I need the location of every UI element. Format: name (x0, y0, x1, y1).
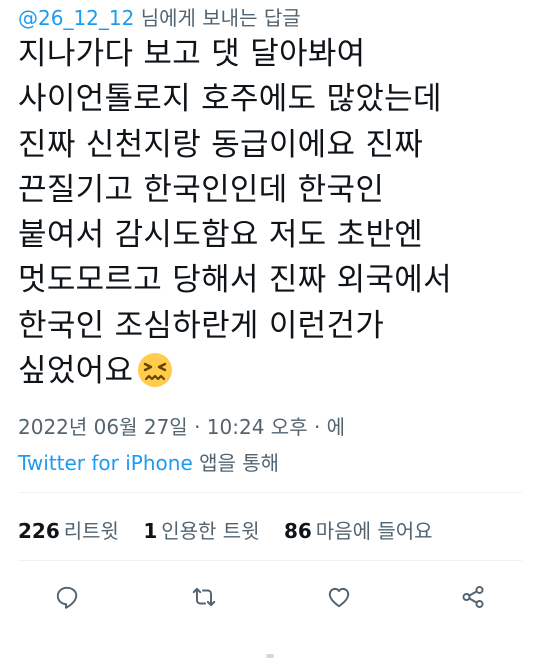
tweet-text: 지나가다 보고 댓 달아봐여 사이언톨로지 호주에도 많았는데 진짜 신천지랑 … (18, 32, 523, 394)
likes-stat[interactable]: 86 마음에 들어요 (284, 519, 433, 543)
share-icon (462, 585, 484, 609)
divider (18, 560, 522, 561)
source-suffix: 앱을 통해 (199, 451, 280, 475)
quotes-label: 인용한 트윗 (161, 519, 260, 543)
source-app-link[interactable]: Twitter for iPhone (18, 451, 193, 475)
scroll-indicator (266, 654, 274, 658)
retweet-button[interactable] (182, 575, 226, 619)
divider (18, 492, 522, 493)
reply-icon (56, 586, 78, 609)
share-button[interactable] (451, 575, 495, 619)
heart-icon (328, 587, 350, 608)
confounded-face-emoji-icon (138, 353, 173, 388)
reply-context: @26_12_12 님에게 보내는 답글 (18, 2, 301, 31)
retweets-stat[interactable]: 226 리트윗 (18, 519, 119, 543)
like-button[interactable] (317, 575, 361, 619)
quotes-stat[interactable]: 1 인용한 트윗 (143, 519, 259, 543)
likes-count: 86 (283, 519, 312, 543)
tweet-timestamp: 2022년 06월 27일 · 10:24 오후 · 에 (18, 411, 345, 440)
tweet-time[interactable]: 10:24 오후 (207, 415, 308, 439)
tweet-line: 한국인 조심하란게 이런건가 (18, 307, 385, 344)
tweet-line: 붙여서 감시도함요 저도 초반엔 (18, 217, 424, 254)
meta-separator: · (194, 415, 201, 439)
tweet-line: 끈질기고 한국인인데 한국인 (18, 171, 385, 208)
likes-label: 마음에 들어요 (315, 519, 433, 543)
tweet-line: 지나가다 보고 댓 달아봐여 (18, 36, 366, 72)
tweet-line: 멋도모르고 당해서 진짜 외국에서 (18, 262, 452, 299)
meta-extra: 에 (326, 415, 346, 439)
tweet-line-last: 싶었어요 (18, 349, 523, 394)
reply-context-label: 님에게 보내는 답글 (140, 6, 301, 30)
retweets-label: 리트윗 (63, 519, 119, 543)
retweets-count: 226 (18, 519, 60, 543)
tweet-action-bar (0, 575, 540, 623)
tweet-date[interactable]: 2022년 06월 27일 (18, 415, 188, 439)
reply-handle-link[interactable]: @26_12_12 (18, 6, 134, 30)
meta-separator: · (313, 415, 321, 439)
tweet-line: 진짜 신천지랑 동급이에요 진짜 (18, 126, 424, 163)
retweet-icon (192, 587, 216, 607)
quotes-count: 1 (143, 519, 158, 543)
tweet-stats: 226 리트윗 1 인용한 트윗 86 마음에 들어요 (18, 515, 451, 544)
reply-button[interactable] (45, 575, 89, 619)
tweet-line: 사이언톨로지 호주에도 많았는데 (18, 81, 442, 118)
tweet-line-text: 싶었어요 (18, 353, 134, 390)
tweet-source: Twitter for iPhone 앱을 통해 (18, 447, 279, 476)
